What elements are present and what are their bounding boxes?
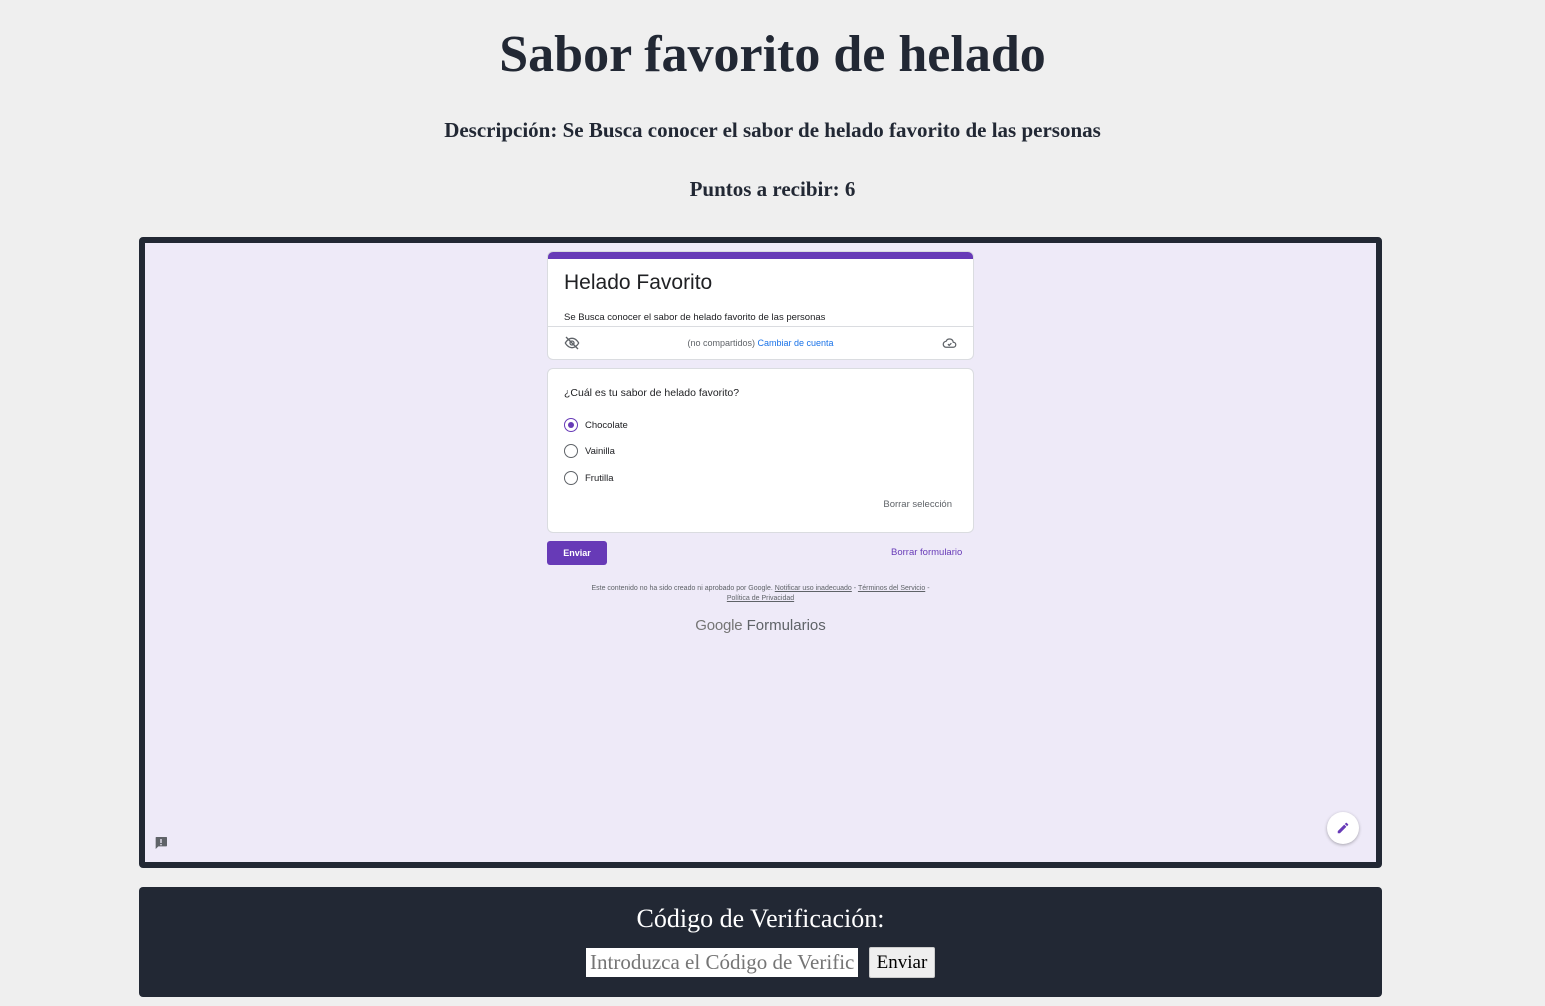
feedback-icon[interactable] xyxy=(153,835,169,851)
pencil-icon xyxy=(1337,822,1349,834)
google-forms-logo[interactable]: Google Formularios xyxy=(547,616,974,636)
verification-code-input[interactable] xyxy=(585,947,859,978)
question-card: ¿Cuál es tu sabor de helado favorito? Ch… xyxy=(547,368,974,533)
option-label: Frutilla xyxy=(585,473,614,484)
logo-product: Formularios xyxy=(746,617,826,634)
page-title: Sabor favorito de helado xyxy=(499,26,1046,83)
account-row: (no compartidos) Cambiar de cuenta xyxy=(548,326,973,359)
switch-account-link[interactable]: Cambiar de cuenta xyxy=(758,338,834,348)
form-description: Se Busca conocer el sabor de helado favo… xyxy=(564,312,826,323)
points-label: Puntos a recibir: 6 xyxy=(689,177,856,201)
privacy-link[interactable]: Política de Privacidad xyxy=(727,595,794,602)
terms-link[interactable]: Términos del Servicio xyxy=(858,585,925,592)
report-abuse-link[interactable]: Notificar uso inadecuado xyxy=(775,585,852,592)
form-submit-button[interactable]: Enviar xyxy=(547,541,607,565)
radio-vainilla[interactable] xyxy=(564,444,578,458)
radio-chocolate[interactable] xyxy=(564,418,578,432)
page-description: Descripción: Se Busca conocer el sabor d… xyxy=(444,118,1101,142)
embedded-form-frame: Helado Favorito Se Busca conocer el sabo… xyxy=(139,237,1382,868)
option-label: Vainilla xyxy=(585,446,615,457)
form-disclaimer: Este contenido no ha sido creado ni apro… xyxy=(547,584,974,604)
verification-submit-button[interactable]: Enviar xyxy=(869,947,935,978)
option-label: Chocolate xyxy=(585,420,628,431)
logo-brand: Google xyxy=(695,617,743,634)
question-title: ¿Cuál es tu sabor de helado favorito? xyxy=(564,387,740,399)
disclaimer-text: Este contenido no ha sido creado ni apro… xyxy=(591,585,773,592)
account-status: (no compartidos) Cambiar de cuenta xyxy=(548,337,973,349)
verification-label: Código de Verificación: xyxy=(636,904,885,933)
edit-button[interactable] xyxy=(1327,812,1359,844)
form-title: Helado Favorito xyxy=(564,271,713,294)
clear-selection-button[interactable]: Borrar selección xyxy=(883,499,952,511)
form-accent-bar xyxy=(548,252,973,259)
form-header-card: Helado Favorito Se Busca conocer el sabo… xyxy=(547,251,974,360)
radio-frutilla[interactable] xyxy=(564,471,578,485)
verification-panel: Código de Verificación: Enviar xyxy=(139,887,1382,997)
clear-form-button[interactable]: Borrar formulario xyxy=(891,547,962,559)
cloud-check-icon xyxy=(942,338,957,348)
account-sharing-status: (no compartidos) xyxy=(687,338,755,348)
separator: - xyxy=(925,585,930,592)
